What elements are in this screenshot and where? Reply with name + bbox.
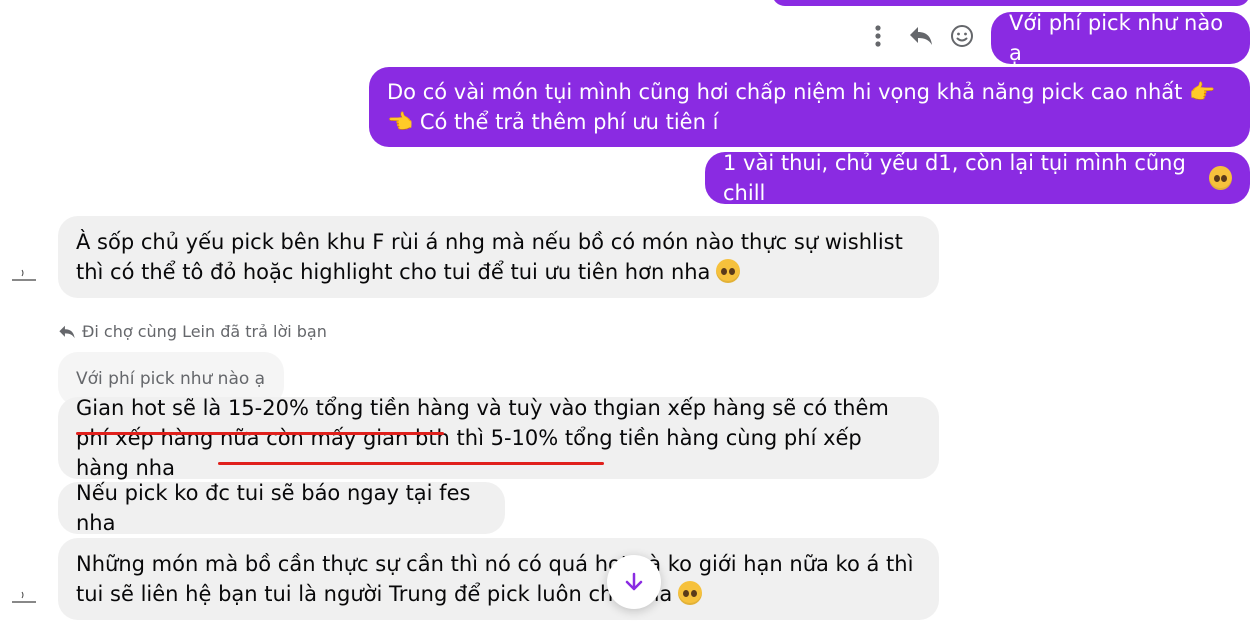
quoted-text: Với phí pick như nào ạ [76, 369, 266, 389]
avatar[interactable] [8, 584, 40, 616]
highlight-underline [76, 432, 444, 435]
incoming-message[interactable]: Những món mà bồ cần thực sự cần thì nó c… [58, 538, 939, 620]
outgoing-message[interactable]: 1 vài thui, chủ yếu d1, còn lại tụi mình… [705, 151, 1250, 205]
scroll-to-bottom-button[interactable] [607, 555, 661, 609]
message-text: Nếu pick ko đc tui sẽ báo ngay tại fes n… [76, 481, 471, 535]
outgoing-message[interactable]: Do có vài món tụi mình cũng hơi chấp niệ… [369, 67, 1250, 147]
highlight-underline [218, 462, 604, 465]
incoming-message[interactable]: À sốp chủ yếu pick bên khu F rùi á nhg m… [58, 216, 939, 298]
message-text: Với phí pick như nào ạ [1009, 11, 1224, 65]
incoming-message[interactable]: Nếu pick ko đc tui sẽ báo ngay tại fes n… [58, 481, 505, 535]
reply-icon [59, 325, 75, 338]
pleading-face-emoji-icon [716, 259, 741, 283]
reply-icon[interactable] [905, 20, 937, 52]
outgoing-message[interactable]: Với phí pick như nào ạ [991, 11, 1250, 65]
previous-message-bubble-edge [772, 0, 1250, 6]
message-text: Những món mà bồ cần thực sự cần thì nó c… [76, 552, 914, 606]
pleading-face-emoji-icon [1209, 166, 1232, 190]
pleading-face-emoji-icon [678, 581, 703, 605]
incoming-message[interactable]: Gian hot sẽ là 15-20% tổng tiền hàng và … [58, 396, 939, 480]
message-text: Gian hot sẽ là 15-20% tổng tiền hàng và … [76, 396, 889, 480]
arrow-down-icon [625, 572, 643, 591]
avatar[interactable] [8, 262, 40, 294]
more-options-icon[interactable] [862, 20, 894, 52]
reply-hint-text: Đi chợ cùng Lein đã trả lời bạn [82, 322, 327, 341]
message-text: À sốp chủ yếu pick bên khu F rùi á nhg m… [76, 230, 903, 284]
message-text: Do có vài món tụi mình cũng hơi chấp niệ… [387, 80, 1216, 134]
chat-thread: Với phí pick như nào ạ Do có vài món tụi… [0, 0, 1251, 625]
smiley-icon[interactable] [946, 20, 978, 52]
reply-indicator: Đi chợ cùng Lein đã trả lời bạn [58, 322, 327, 341]
message-text: 1 vài thui, chủ yếu d1, còn lại tụi mình… [723, 151, 1186, 205]
